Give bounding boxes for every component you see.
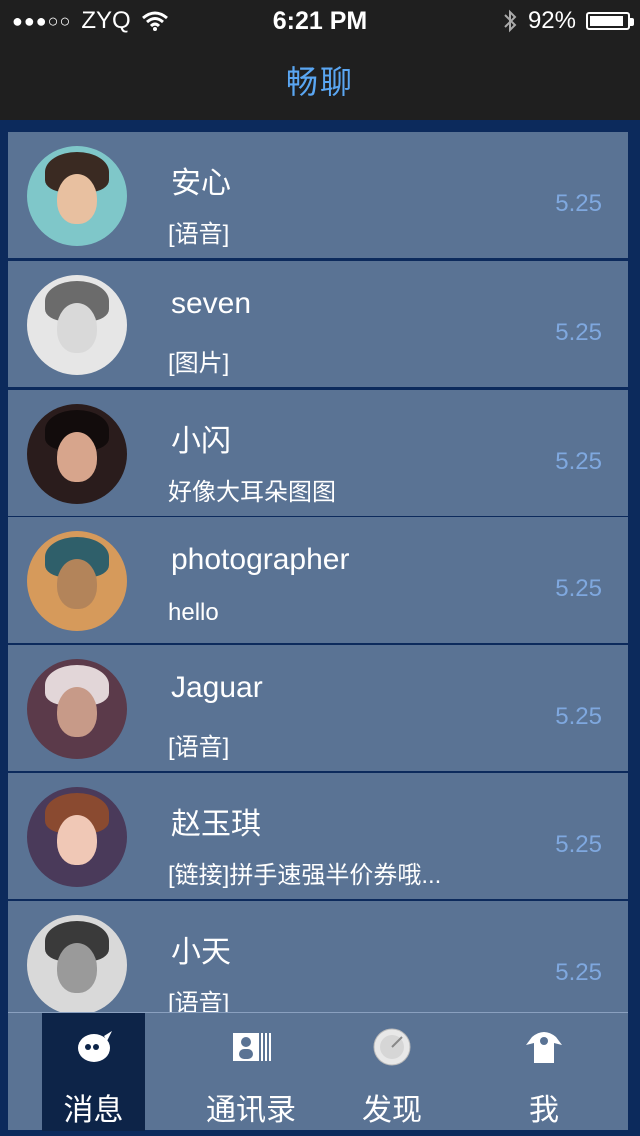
tab-label: 我	[529, 1094, 559, 1127]
avatar-face	[57, 174, 97, 224]
message-date: 5.25	[555, 190, 602, 217]
tab-label: 发现	[362, 1094, 422, 1127]
tab-bar: 消息 通讯录 发现 我	[8, 1012, 628, 1131]
avatar[interactable]	[27, 146, 127, 246]
chat-list[interactable]: 安心 [语音] 5.25 seven [图片] 5.25 小闪 好像大耳朵图图 5.25 phot…	[8, 132, 628, 1012]
contact-name: 安心	[171, 167, 231, 200]
message-preview: [语音]	[168, 734, 230, 761]
tab-label: 通讯录	[206, 1094, 296, 1127]
message-preview: [语音]	[168, 990, 230, 1012]
message-date: 5.25	[555, 831, 602, 858]
avatar[interactable]	[27, 787, 127, 887]
tab-label: 消息	[63, 1094, 124, 1127]
chat-row[interactable]: 小闪好像大耳朵图图 5.25	[8, 390, 628, 516]
tab-contacts[interactable]: 通讯录	[184, 1013, 318, 1131]
tab-discover[interactable]: 发现	[342, 1013, 442, 1131]
contact-name: seven	[171, 287, 252, 320]
contact-name: Jaguar	[171, 671, 263, 704]
contact-name: 小闪	[171, 425, 231, 458]
chat-row[interactable]: photographer hello 5.25	[8, 517, 628, 643]
message-preview: [语音]	[168, 221, 230, 248]
message-date: 5.25	[555, 959, 602, 986]
contacts-icon	[233, 1033, 271, 1061]
chat-row[interactable]: 安心 [语音] 5.25	[8, 132, 628, 258]
tab-me[interactable]: 我	[494, 1013, 594, 1131]
battery-cap	[630, 18, 634, 26]
avatar[interactable]	[27, 915, 127, 1012]
bluetooth-icon	[504, 9, 517, 33]
avatar[interactable]	[27, 275, 127, 375]
page-title: 畅聊	[285, 64, 354, 100]
chat-row[interactable]: Jaguar [语音] 5.25	[8, 645, 628, 771]
message-preview: hello	[168, 599, 219, 626]
contact-name: 小天	[171, 936, 231, 969]
message-date: 5.25	[555, 319, 602, 346]
contact-name: photographer	[171, 543, 350, 576]
chat-row[interactable]: seven [图片] 5.25	[8, 261, 628, 387]
chat-bubble-icon	[77, 1031, 112, 1062]
navigation-bar: 畅聊	[0, 40, 640, 120]
battery-percent: 92%	[527, 7, 576, 34]
avatar-face	[57, 303, 97, 353]
message-date: 5.25	[555, 703, 602, 730]
avatar-face	[57, 687, 97, 737]
compass-icon	[373, 1028, 411, 1066]
avatar[interactable]	[27, 404, 127, 504]
avatar[interactable]	[27, 659, 127, 759]
contact-name: 赵玉琪	[171, 808, 261, 841]
avatar-face	[57, 815, 97, 865]
person-icon	[526, 1032, 562, 1063]
battery-fill	[590, 16, 624, 26]
message-preview: [图片]	[168, 350, 230, 377]
avatar[interactable]	[27, 531, 127, 631]
tab-messages[interactable]: 消息	[42, 1013, 145, 1131]
status-right: 92%	[502, 7, 634, 35]
message-preview: [链接]拼手速强半价券哦...	[168, 862, 442, 889]
message-date: 5.25	[555, 448, 602, 475]
avatar-face	[57, 943, 97, 993]
avatar-face	[57, 432, 97, 482]
message-date: 5.25	[555, 575, 602, 602]
chat-row[interactable]: 小天 [语音] 5.25	[8, 901, 628, 1012]
chat-row[interactable]: 赵玉琪 [链接]拼手速强半价券哦... 5.25	[8, 773, 628, 899]
avatar-face	[57, 559, 97, 609]
message-preview: 好像大耳朵图图	[168, 479, 336, 506]
status-bar: ●●●○○ ZYQ 6:21 PM 92%	[0, 0, 640, 40]
battery-icon	[586, 12, 634, 30]
